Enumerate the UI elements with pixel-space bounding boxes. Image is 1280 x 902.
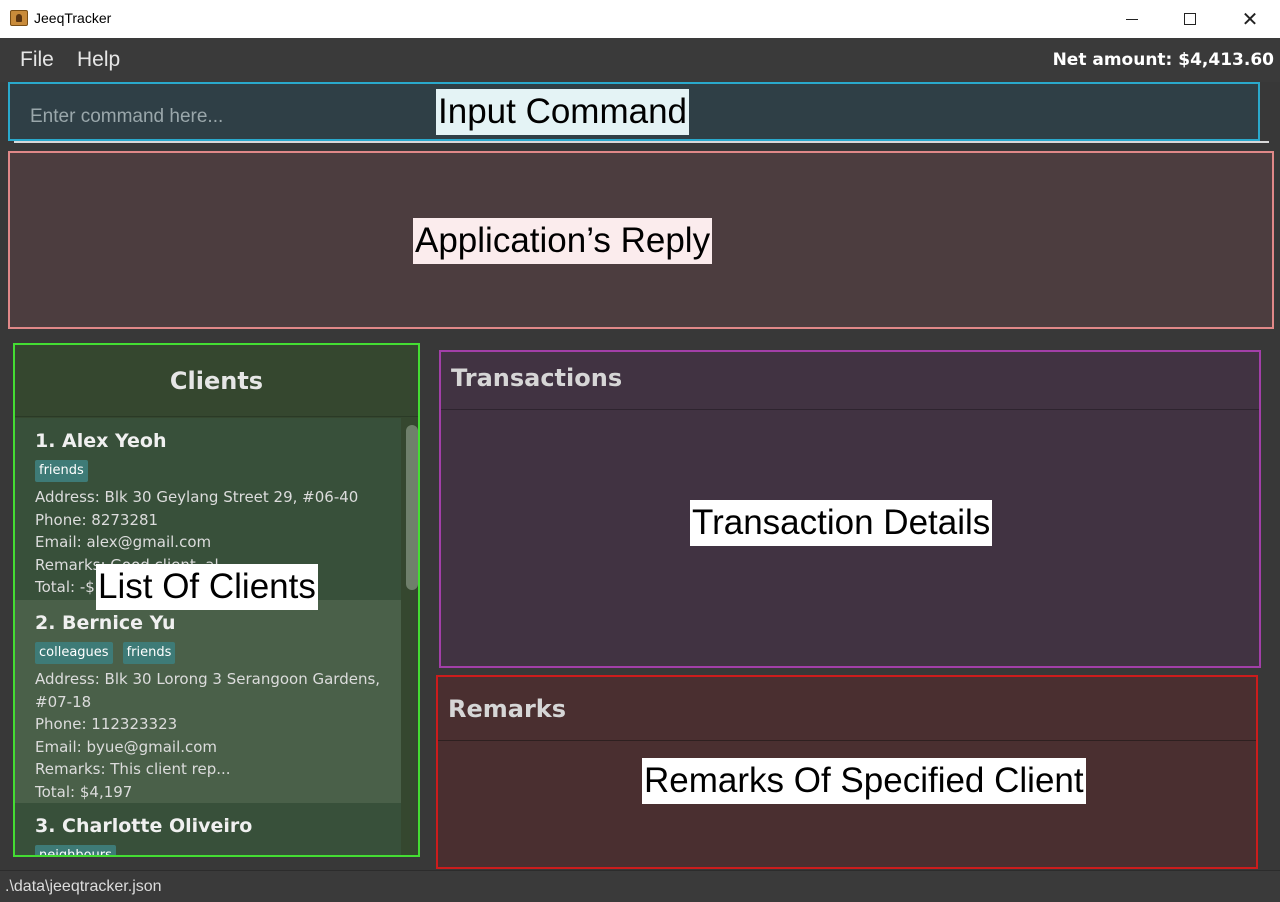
client-total: Total: $4,197 bbox=[35, 782, 133, 801]
client-tags: neighbours bbox=[35, 845, 401, 855]
maximize-button[interactable] bbox=[1160, 0, 1220, 38]
menu-bar: File Help Net amount: $4,413.60 bbox=[0, 38, 1280, 82]
client-tags: friends bbox=[35, 460, 401, 482]
client-phone: Phone: 112323323 bbox=[35, 715, 178, 733]
annotation-list-of-clients: List Of Clients bbox=[96, 564, 318, 610]
client-card[interactable]: 3. Charlotte Oliveiro neighbours bbox=[15, 803, 401, 855]
menu-help[interactable]: Help bbox=[77, 48, 120, 72]
annotation-transaction-details: Transaction Details bbox=[690, 500, 993, 546]
client-tag: friends bbox=[122, 642, 176, 664]
window-title: JeeqTracker bbox=[34, 10, 112, 26]
annotation-application-reply: Application’s Reply bbox=[413, 218, 713, 264]
client-email: Email: byue@gmail.com bbox=[35, 737, 218, 756]
annotation-remarks: Remarks Of Specified Client bbox=[642, 758, 1086, 804]
client-address: Address: Blk 30 Geylang Street 29, #06-4… bbox=[35, 488, 359, 506]
clients-header: Clients bbox=[15, 345, 418, 417]
client-name: 1. Alex Yeoh bbox=[35, 430, 167, 452]
transactions-header: Transactions bbox=[441, 352, 1259, 410]
menu-file[interactable]: File bbox=[20, 48, 54, 72]
client-remarks: Remarks: This client rep... bbox=[35, 760, 231, 778]
command-underline bbox=[14, 141, 1269, 143]
client-name: 3. Charlotte Oliveiro bbox=[35, 815, 253, 837]
client-address: Address: Blk 30 Lorong 3 Serangoon Garde… bbox=[35, 670, 381, 711]
client-tag: neighbours bbox=[35, 845, 116, 855]
status-bar: .\data\jeeqtracker.json bbox=[0, 870, 1280, 902]
client-name: 2. Bernice Yu bbox=[35, 612, 176, 634]
close-button[interactable]: ✕ bbox=[1220, 0, 1280, 38]
remarks-title: Remarks bbox=[448, 695, 567, 723]
command-input[interactable] bbox=[30, 104, 410, 130]
client-tags: colleagues friends bbox=[35, 642, 401, 664]
close-icon: ✕ bbox=[1241, 7, 1259, 31]
client-tag: colleagues bbox=[35, 642, 113, 664]
title-bar: JeeqTracker ✕ bbox=[0, 0, 1280, 38]
app-icon bbox=[10, 10, 28, 26]
transactions-title: Transactions bbox=[451, 364, 623, 392]
remarks-header: Remarks bbox=[438, 677, 1256, 741]
minimize-button[interactable] bbox=[1102, 0, 1162, 38]
client-phone: Phone: 8273281 bbox=[35, 510, 159, 529]
minimize-icon bbox=[1126, 18, 1138, 20]
client-email: Email: alex@gmail.com bbox=[35, 533, 212, 551]
maximize-icon bbox=[1184, 13, 1196, 25]
client-tag: friends bbox=[35, 460, 88, 482]
clients-title: Clients bbox=[169, 366, 264, 395]
client-card[interactable]: 2. Bernice Yu colleagues friends Address… bbox=[15, 600, 401, 803]
scrollbar-thumb[interactable] bbox=[406, 425, 418, 590]
client-list[interactable]: 1. Alex Yeoh friends Address: Blk 30 Gey… bbox=[15, 418, 401, 855]
storage-path: .\data\jeeqtracker.json bbox=[5, 878, 162, 895]
annotation-input-command: Input Command bbox=[436, 89, 690, 135]
net-amount: Net amount: $4,413.60 bbox=[1052, 50, 1274, 70]
